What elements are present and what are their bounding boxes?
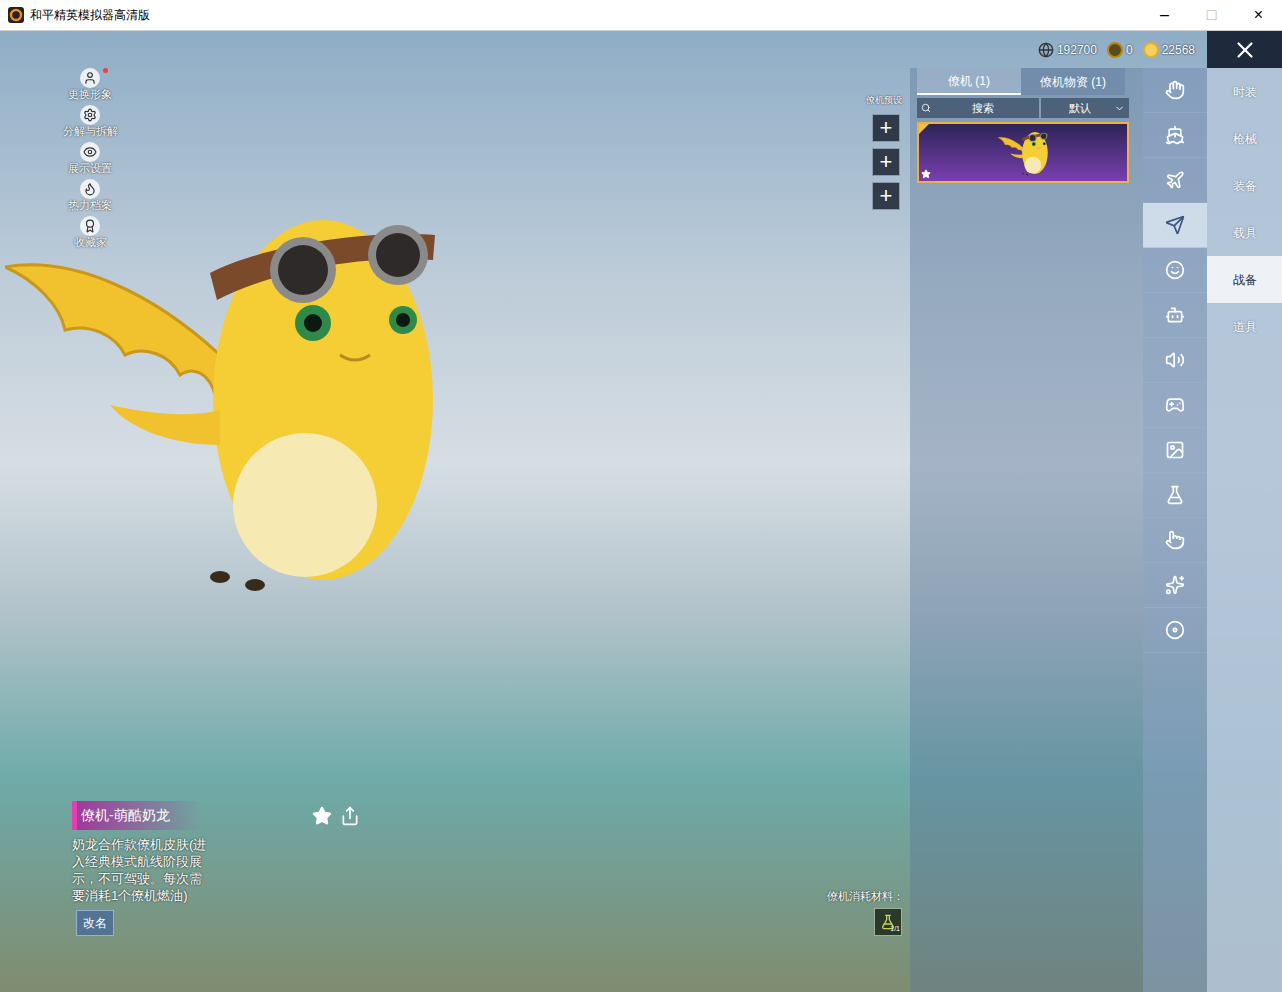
preview-canvas: 更换形象分解与拆解展示设置热力档案收藏家僚机预设+++僚机-萌酷奶龙奶龙合作款僚… bbox=[0, 68, 910, 992]
action-icon bbox=[83, 108, 97, 122]
chevron-down-icon bbox=[1114, 103, 1125, 114]
currency-item: 0 bbox=[1107, 41, 1133, 59]
icon-bar-item[interactable] bbox=[1143, 383, 1207, 428]
panel-tabs: 僚机 (1)僚机物资 (1) bbox=[910, 68, 1143, 95]
dragon-figure bbox=[5, 205, 435, 595]
category-icon bbox=[1165, 305, 1185, 325]
close-button[interactable] bbox=[1207, 31, 1282, 68]
icon-bar-item[interactable] bbox=[1143, 248, 1207, 293]
icon-bar-item[interactable] bbox=[1143, 518, 1207, 563]
favorite-star-icon bbox=[921, 169, 931, 179]
coin-icon bbox=[1143, 42, 1159, 58]
currency-bar: 192700 0 22568 bbox=[1038, 41, 1195, 59]
search-field[interactable]: 搜索 bbox=[917, 98, 1039, 118]
category-item[interactable]: 装备 bbox=[1207, 162, 1282, 209]
window-control-button[interactable]: □ bbox=[1188, 0, 1235, 31]
search-icon bbox=[921, 103, 931, 113]
icon-bar-item[interactable] bbox=[1143, 158, 1207, 203]
item-thumbnail bbox=[998, 130, 1048, 176]
icon-bar-item[interactable] bbox=[1143, 68, 1207, 113]
preset-slot-button[interactable]: + bbox=[872, 114, 900, 142]
panel-tab[interactable]: 僚机物资 (1) bbox=[1021, 68, 1125, 95]
search-row: 搜索默认 bbox=[917, 98, 1129, 118]
side-action-button[interactable]: 分解与拆解 bbox=[60, 105, 120, 138]
action-icon bbox=[83, 71, 97, 85]
game-screen: 192700022568更换形象分解与拆解展示设置热力档案收藏家僚机预设+++僚… bbox=[0, 31, 1282, 992]
preset-panel: 僚机预设+++ bbox=[866, 94, 902, 210]
icon-bar-item[interactable] bbox=[1143, 563, 1207, 608]
category-icon bbox=[1165, 125, 1185, 145]
icon-bar-item[interactable] bbox=[1143, 293, 1207, 338]
equipped-corner bbox=[919, 124, 929, 134]
icon-bar-item[interactable] bbox=[1143, 428, 1207, 473]
window-control-button[interactable]: – bbox=[1141, 0, 1188, 31]
category-item[interactable]: 道具 bbox=[1207, 303, 1282, 350]
side-action-button[interactable]: 展示设置 bbox=[60, 142, 120, 175]
gem-icon bbox=[1038, 42, 1054, 58]
window-title: 和平精英模拟器高清版 bbox=[30, 6, 150, 24]
category-list: 时装枪械装备载具战备道具 bbox=[1207, 68, 1282, 992]
category-item[interactable]: 时装 bbox=[1207, 68, 1282, 115]
title-bar: 和平精英模拟器高清版 –□× bbox=[0, 0, 1282, 31]
currency-item: 22568 bbox=[1143, 41, 1195, 59]
category-item[interactable]: 战备 bbox=[1207, 256, 1282, 303]
close-icon bbox=[1232, 37, 1258, 63]
category-icon bbox=[1165, 530, 1185, 550]
category-icon bbox=[1165, 485, 1185, 505]
item-panel: 僚机 (1)僚机物资 (1) 搜索默认 bbox=[910, 68, 1143, 992]
category-icon bbox=[1165, 575, 1185, 595]
category-icon bbox=[1165, 260, 1185, 280]
coin-icon bbox=[1107, 42, 1123, 58]
category-item[interactable]: 枪械 bbox=[1207, 115, 1282, 162]
action-icon bbox=[83, 219, 97, 233]
item-description: 奶龙合作款僚机皮肤(进入经典模式航线阶段展示，不可驾驶。每次需要消耗1个僚机燃油… bbox=[72, 836, 212, 904]
category-icon bbox=[1165, 440, 1185, 460]
favorite-icon[interactable] bbox=[312, 806, 332, 826]
side-action-button[interactable]: 热力档案 bbox=[60, 179, 120, 212]
icon-bar-item[interactable] bbox=[1143, 608, 1207, 653]
icon-bar-item[interactable] bbox=[1143, 203, 1207, 248]
top-bar: 192700 0 22568 bbox=[0, 31, 1282, 68]
category-icon bbox=[1165, 170, 1185, 190]
category-icon bbox=[1165, 620, 1185, 640]
icon-bar bbox=[1143, 68, 1207, 992]
item-card[interactable] bbox=[917, 122, 1129, 183]
material-item[interactable]: 1/1 bbox=[874, 908, 902, 936]
icon-bar-item[interactable] bbox=[1143, 113, 1207, 158]
side-action-button[interactable]: 更换形象 bbox=[60, 68, 120, 101]
window-control-button[interactable]: × bbox=[1235, 0, 1282, 31]
icon-bar-item[interactable] bbox=[1143, 473, 1207, 518]
action-icon bbox=[83, 182, 97, 196]
preset-slot-button[interactable]: + bbox=[872, 148, 900, 176]
rename-button[interactable]: 改名 bbox=[76, 910, 114, 936]
action-icon bbox=[83, 145, 97, 159]
app-window: 和平精英模拟器高清版 –□× 192700 0 22568 更换形象分解与拆解展示设置热力… bbox=[0, 0, 1282, 992]
side-action-button[interactable]: 收藏家 bbox=[60, 216, 120, 249]
currency-item: 192700 bbox=[1038, 41, 1097, 59]
side-actions: 更换形象分解与拆解展示设置热力档案收藏家 bbox=[60, 68, 120, 249]
item-info: 僚机-萌酷奶龙奶龙合作款僚机皮肤(进入经典模式航线阶段展示，不可驾驶。每次需要消… bbox=[72, 801, 360, 936]
category-icon bbox=[1165, 80, 1185, 100]
preset-slot-button[interactable]: + bbox=[872, 182, 900, 210]
materials: 僚机消耗材料：1/1 bbox=[827, 888, 904, 936]
category-icon bbox=[1165, 395, 1185, 415]
item-title: 僚机-萌酷奶龙 bbox=[72, 801, 202, 830]
app-logo-icon bbox=[8, 7, 24, 23]
icon-bar-item[interactable] bbox=[1143, 338, 1207, 383]
share-icon[interactable] bbox=[340, 806, 360, 826]
sort-dropdown[interactable]: 默认 bbox=[1041, 98, 1129, 118]
panel-tab[interactable]: 僚机 (1) bbox=[917, 68, 1021, 95]
category-icon bbox=[1165, 215, 1185, 235]
category-icon bbox=[1165, 350, 1185, 370]
category-item[interactable]: 载具 bbox=[1207, 209, 1282, 256]
badge-dot bbox=[103, 68, 108, 73]
